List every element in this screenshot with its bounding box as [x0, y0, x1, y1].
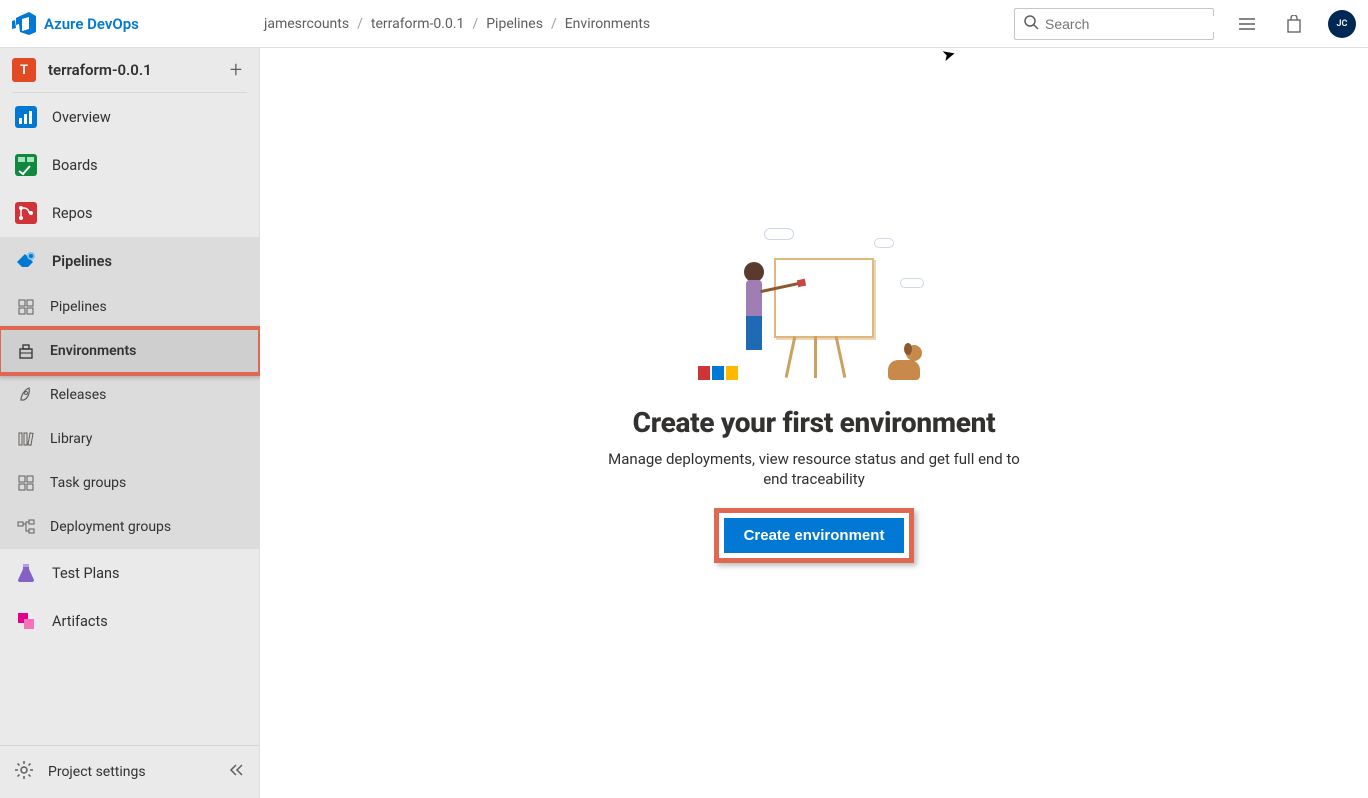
- sub-item-label: Releases: [50, 387, 106, 403]
- sidebar-item-pipelines[interactable]: Pipelines: [0, 237, 259, 285]
- collapse-icon[interactable]: [227, 761, 245, 783]
- sidebar-item-label: Repos: [52, 205, 93, 222]
- breadcrumb-page[interactable]: Environments: [565, 16, 650, 32]
- sidebar-item-label: Overview: [52, 109, 111, 126]
- breadcrumb-project[interactable]: terraform-0.0.1: [371, 16, 465, 32]
- create-environment-button[interactable]: Create environment: [724, 518, 905, 553]
- avatar[interactable]: JC: [1328, 10, 1356, 38]
- repos-icon: [14, 201, 38, 225]
- rocket-icon: [14, 295, 38, 319]
- library-icon: [14, 427, 38, 451]
- task-groups-icon: [14, 471, 38, 495]
- sub-item-label: Pipelines: [50, 299, 107, 315]
- sub-item-deployment-groups[interactable]: Deployment groups: [0, 505, 259, 549]
- project-row[interactable]: T terraform-0.0.1 +: [0, 48, 259, 92]
- add-icon[interactable]: +: [225, 59, 247, 81]
- sidebar-item-label: Test Plans: [52, 565, 120, 582]
- sidebar-item-test-plans[interactable]: Test Plans: [0, 549, 259, 597]
- sidebar-item-artifacts[interactable]: Artifacts: [0, 597, 259, 645]
- sub-item-label: Deployment groups: [50, 519, 171, 535]
- project-settings[interactable]: Project settings: [0, 745, 259, 798]
- work-items-icon[interactable]: [1236, 12, 1260, 36]
- breadcrumb-separator: /: [357, 16, 363, 32]
- main-content: ➤ Create your first environment Manage d…: [260, 48, 1368, 798]
- header-right: JC: [1014, 8, 1356, 40]
- pipelines-icon: [14, 249, 38, 273]
- sub-item-label: Task groups: [50, 475, 126, 491]
- boards-icon: [14, 153, 38, 177]
- sidebar-item-repos[interactable]: Repos: [0, 189, 259, 237]
- releases-icon: [14, 383, 38, 407]
- artifacts-icon: [14, 609, 38, 633]
- empty-state-illustration: [704, 228, 924, 388]
- sub-item-label: Library: [50, 431, 92, 447]
- create-environment-highlight: Create environment: [714, 508, 915, 563]
- sub-item-environments[interactable]: Environments: [0, 329, 259, 373]
- sidebar-item-overview[interactable]: Overview: [0, 93, 259, 141]
- empty-state-title: Create your first environment: [633, 406, 996, 439]
- test-plans-icon: [14, 561, 38, 585]
- sub-item-library[interactable]: Library: [0, 417, 259, 461]
- sub-item-releases[interactable]: Releases: [0, 373, 259, 417]
- search-icon: [1023, 14, 1039, 34]
- sub-item-pipelines[interactable]: Pipelines: [0, 285, 259, 329]
- logo-area[interactable]: Azure DevOps: [12, 12, 264, 36]
- top-header: Azure DevOps jamesrcounts / terraform-0.…: [0, 0, 1368, 48]
- breadcrumb-separator: /: [551, 16, 557, 32]
- search-box[interactable]: [1014, 8, 1214, 40]
- sub-item-task-groups[interactable]: Task groups: [0, 461, 259, 505]
- sidebar-item-boards[interactable]: Boards: [0, 141, 259, 189]
- deployment-groups-icon: [14, 515, 38, 539]
- project-name: terraform-0.0.1: [48, 61, 152, 79]
- sidebar-item-label: Artifacts: [52, 613, 108, 630]
- shopping-bag-icon[interactable]: [1282, 12, 1306, 36]
- project-initial-icon: T: [12, 58, 36, 82]
- breadcrumb-area[interactable]: Pipelines: [486, 16, 543, 32]
- breadcrumb-org[interactable]: jamesrcounts: [264, 16, 349, 32]
- search-input[interactable]: [1039, 16, 1226, 32]
- sidebar-item-label: Pipelines: [52, 253, 112, 270]
- azure-devops-logo-icon: [12, 12, 36, 36]
- gear-icon: [14, 760, 34, 784]
- product-name: Azure DevOps: [44, 15, 139, 33]
- breadcrumb: jamesrcounts / terraform-0.0.1 / Pipelin…: [264, 16, 650, 32]
- environment-icon: [14, 339, 38, 363]
- sidebar-item-label: Boards: [52, 157, 98, 174]
- breadcrumb-separator: /: [472, 16, 478, 32]
- empty-state-description: Manage deployments, view resource status…: [594, 449, 1034, 490]
- project-settings-label: Project settings: [48, 764, 146, 780]
- overview-icon: [14, 105, 38, 129]
- sidebar: T terraform-0.0.1 + Overview Boards Repo…: [0, 48, 260, 798]
- sub-item-label: Environments: [50, 343, 136, 359]
